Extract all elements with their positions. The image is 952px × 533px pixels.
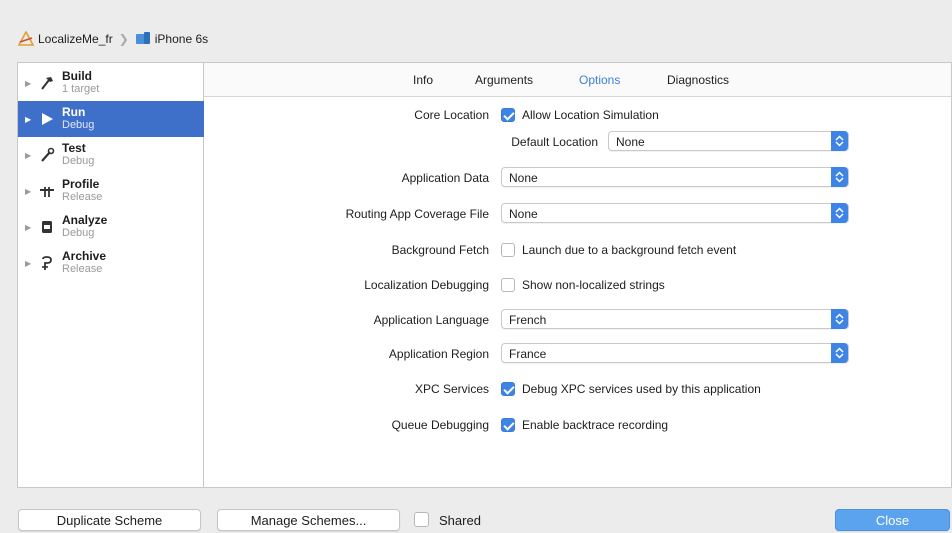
scheme-editor-header: LocalizeMe_fr ❯ iPhone 6s (0, 0, 952, 56)
disclosure-triangle-icon[interactable]: ▶ (25, 115, 33, 124)
breadcrumb-device[interactable]: iPhone 6s (155, 32, 208, 46)
disclosure-triangle-icon[interactable]: ▶ (25, 223, 33, 232)
application-data-value: None (509, 171, 538, 185)
core-location-label: Core Location (414, 108, 489, 122)
close-button[interactable]: Close (835, 509, 950, 531)
tab-bar: Info Arguments Options Diagnostics (204, 63, 951, 97)
tab-arguments[interactable]: Arguments (475, 73, 533, 87)
scheme-actions-sidebar: ▶ Build 1 target ▶ Run Debug ▶ Test Debu… (18, 63, 204, 487)
select-stepper-icon (831, 343, 848, 363)
xpc-services-label: XPC Services (414, 382, 489, 396)
application-region-value: France (509, 347, 547, 361)
background-fetch-checkbox-label: Launch due to a background fetch event (522, 243, 737, 257)
sidebar-item-sublabel: Release (62, 263, 103, 275)
scheme-editor-panel: ▶ Build 1 target ▶ Run Debug ▶ Test Debu… (17, 62, 952, 488)
sidebar-item-run[interactable]: ▶ Run Debug (18, 101, 204, 137)
localization-debugging-checkbox-label: Show non-localized strings (522, 278, 665, 292)
routing-coverage-label: Routing App Coverage File (345, 207, 489, 221)
select-stepper-icon (831, 131, 848, 151)
default-location-select[interactable]: None (608, 131, 849, 151)
queue-debugging-checkbox[interactable] (501, 418, 515, 432)
tab-info[interactable]: Info (413, 73, 433, 87)
routing-coverage-value: None (509, 207, 538, 221)
sidebar-item-label: Test (62, 141, 86, 155)
core-location-checkbox-label: Allow Location Simulation (522, 108, 659, 122)
routing-coverage-select[interactable]: None (501, 203, 849, 223)
wrench-icon (38, 146, 56, 164)
background-fetch-label: Background Fetch (391, 243, 489, 257)
hammer-icon (38, 74, 56, 92)
breadcrumb-project[interactable]: LocalizeMe_fr (38, 32, 113, 46)
select-stepper-icon (831, 167, 848, 187)
tab-options[interactable]: Options (579, 73, 620, 87)
sidebar-item-label: Run (62, 105, 86, 119)
xpc-services-checkbox[interactable] (501, 382, 515, 396)
tab-diagnostics[interactable]: Diagnostics (667, 73, 729, 87)
select-stepper-icon (831, 203, 848, 223)
sidebar-item-sublabel: Debug (62, 155, 95, 167)
archive-icon (38, 254, 56, 272)
application-region-label: Application Region (388, 347, 489, 361)
sidebar-item-sublabel: 1 target (62, 83, 100, 95)
xpc-services-checkbox-label: Debug XPC services used by this applicat… (522, 382, 761, 396)
disclosure-triangle-icon[interactable]: ▶ (25, 259, 33, 268)
sidebar-item-sublabel: Debug (62, 227, 95, 239)
background-fetch-checkbox[interactable] (501, 243, 515, 257)
sidebar-item-archive[interactable]: ▶ Archive Release (18, 245, 204, 281)
application-region-select[interactable]: France (501, 343, 849, 363)
manage-schemes-button[interactable]: Manage Schemes... (217, 509, 400, 531)
device-icon (135, 32, 150, 44)
sidebar-item-sublabel: Release (62, 191, 103, 203)
queue-debugging-checkbox-label: Enable backtrace recording (522, 418, 669, 432)
default-location-label: Default Location (511, 135, 598, 149)
sidebar-item-profile[interactable]: ▶ Profile Release (18, 173, 204, 209)
localization-debugging-checkbox[interactable] (501, 278, 515, 292)
sidebar-item-label: Profile (62, 177, 100, 191)
sidebar-item-sublabel: Debug (62, 119, 95, 131)
breadcrumb: LocalizeMe_fr ❯ iPhone 6s (18, 30, 208, 48)
application-data-select[interactable]: None (501, 167, 849, 187)
sidebar-item-label: Archive (62, 249, 107, 263)
core-location-checkbox[interactable] (501, 108, 515, 122)
application-data-label: Application Data (401, 171, 489, 185)
analyze-icon (38, 218, 56, 236)
sidebar-item-label: Build (62, 69, 92, 83)
application-language-value: French (509, 313, 547, 327)
application-language-select[interactable]: French (501, 309, 849, 329)
breadcrumb-separator-icon: ❯ (118, 32, 129, 46)
select-stepper-icon (831, 309, 848, 329)
shared-label: Shared (439, 513, 481, 528)
disclosure-triangle-icon[interactable]: ▶ (25, 187, 33, 196)
application-language-label: Application Language (373, 313, 489, 327)
instruments-icon (38, 182, 56, 200)
disclosure-triangle-icon[interactable]: ▶ (25, 151, 33, 160)
sidebar-item-build[interactable]: ▶ Build 1 target (18, 65, 204, 101)
xcode-project-icon (18, 31, 34, 46)
default-location-value: None (616, 135, 645, 149)
sidebar-item-label: Analyze (62, 213, 108, 227)
duplicate-scheme-button[interactable]: Duplicate Scheme (18, 509, 201, 531)
queue-debugging-label: Queue Debugging (391, 418, 489, 432)
options-content: Info Arguments Options Diagnostics Core … (204, 63, 951, 487)
sidebar-item-test[interactable]: ▶ Test Debug (18, 137, 204, 173)
localization-debugging-label: Localization Debugging (364, 278, 489, 292)
shared-checkbox[interactable] (414, 512, 429, 527)
disclosure-triangle-icon[interactable]: ▶ (25, 79, 33, 88)
sidebar-item-analyze[interactable]: ▶ Analyze Debug (18, 209, 204, 245)
play-icon (38, 110, 56, 128)
